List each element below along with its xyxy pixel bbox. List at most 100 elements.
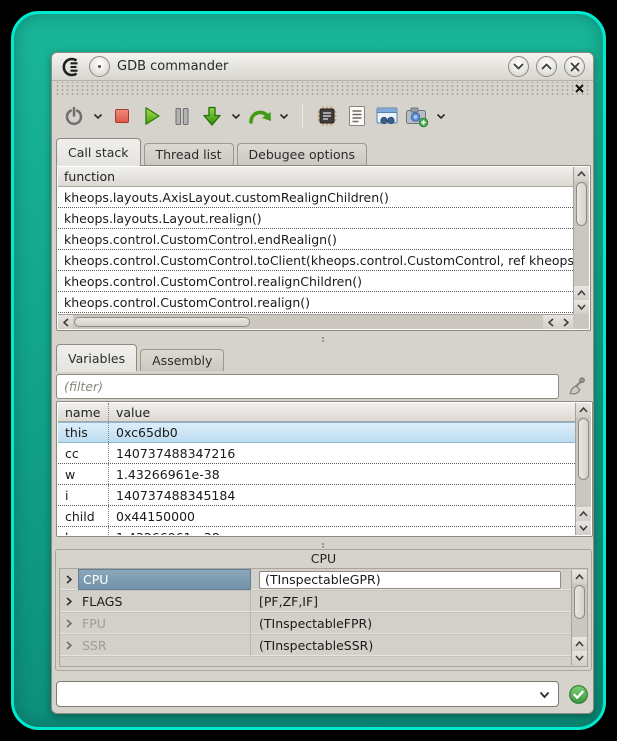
scroll-down-button[interactable] — [572, 651, 587, 665]
chevron-down-icon — [93, 113, 103, 120]
register-value: (TInspectableSSR) — [251, 635, 571, 656]
variable-value: 0x44150000 — [109, 506, 195, 526]
snapshot-dropdown-button[interactable] — [435, 102, 447, 130]
step-into-button[interactable] — [200, 102, 224, 130]
tab-variables[interactable]: Variables — [56, 344, 137, 371]
run-button[interactable] — [140, 102, 164, 130]
callstack-column-header[interactable]: function — [58, 167, 573, 187]
target-chip-button[interactable] — [315, 102, 339, 130]
watch-window-icon — [375, 105, 399, 127]
scroll-left-button[interactable] — [58, 315, 73, 329]
stop-button[interactable] — [110, 102, 134, 130]
combo-chevron-down-icon[interactable] — [539, 691, 550, 699]
variables-vertical-scrollbar[interactable] — [575, 403, 591, 535]
callstack-horizontal-scrollbar[interactable] — [58, 314, 573, 329]
cpu-row[interactable]: SSR (TInspectableSSR) — [60, 635, 571, 657]
cpu-row[interactable]: FLAGS [PF,ZF,IF] — [60, 591, 571, 613]
scroll-up-button-2[interactable] — [574, 286, 589, 300]
variable-row[interactable]: w 1.43266961e-38 — [58, 464, 575, 485]
variable-row[interactable]: cc 140737488347216 — [58, 443, 575, 464]
scroll-up-button-2[interactable] — [572, 637, 587, 651]
pin-dot-icon — [98, 65, 101, 68]
callstack-row[interactable]: kheops.layouts.AxisLayout.customRealignC… — [58, 187, 573, 208]
scroll-thumb[interactable] — [576, 182, 587, 226]
filter-row — [56, 372, 589, 400]
callstack-vertical-scrollbar[interactable] — [573, 167, 589, 314]
callstack-row[interactable]: kheops.control.CustomControl.toClient(kh… — [58, 250, 573, 271]
pause-button[interactable] — [170, 102, 194, 130]
output-list-button[interactable] — [345, 102, 369, 130]
cpu-row[interactable]: CPU (TInspectableGPR) — [60, 569, 571, 591]
watch-window-button[interactable] — [375, 102, 399, 130]
send-command-button[interactable] — [568, 684, 589, 705]
variables-header[interactable]: name value — [58, 403, 575, 422]
clear-filter-button[interactable] — [565, 372, 589, 400]
dock-pin-button[interactable] — [89, 56, 110, 77]
cpu-vertical-scrollbar[interactable] — [571, 570, 587, 665]
variable-row[interactable]: h 1.43266961e-38 — [58, 527, 575, 535]
tab-debugee-options[interactable]: Debugee options — [237, 143, 368, 165]
frame-function: kheops.control.CustomControl.realign() — [64, 295, 310, 310]
callstack-row[interactable]: kheops.control.CustomControl.realignChil… — [58, 271, 573, 292]
chevron-down-icon — [436, 113, 446, 120]
scrollbar-corner — [573, 314, 589, 329]
callstack-row[interactable]: kheops.control.CustomControl.endRealign(… — [58, 229, 573, 250]
column-value-label: value — [116, 405, 150, 420]
scroll-down-button[interactable] — [574, 300, 589, 314]
dock-handle-bar[interactable] — [54, 82, 591, 95]
variable-row[interactable]: i 140737488345184 — [58, 485, 575, 506]
expand-arrow-icon — [66, 597, 72, 606]
dock-close-button[interactable] — [574, 84, 585, 93]
splitter-handle[interactable] — [56, 539, 589, 548]
cpu-row[interactable]: FPU (TInspectableFPR) — [60, 613, 571, 635]
chevron-down-icon — [279, 113, 289, 120]
step-into-dropdown-button[interactable] — [230, 102, 242, 130]
step-over-button[interactable] — [248, 102, 272, 130]
filter-input[interactable] — [56, 374, 559, 399]
splitter-handle[interactable] — [56, 333, 589, 342]
titlebar[interactable]: GDB commander — [52, 53, 593, 81]
scroll-down-button[interactable] — [576, 521, 591, 535]
variable-row[interactable]: child 0x44150000 — [58, 506, 575, 527]
variable-row[interactable]: this 0xc65db0 — [58, 422, 575, 443]
tab-call-stack[interactable]: Call stack — [56, 138, 141, 165]
scroll-up-button[interactable] — [572, 570, 587, 584]
step-over-icon — [248, 106, 272, 127]
chevron-up-icon — [577, 171, 586, 177]
minimize-button[interactable] — [508, 56, 529, 77]
register-value-editor[interactable]: (TInspectableGPR) — [259, 571, 561, 589]
maximize-button[interactable] — [536, 56, 557, 77]
chevron-up-icon — [575, 574, 584, 580]
scroll-up-button-2[interactable] — [576, 507, 591, 521]
scroll-thumb[interactable] — [578, 418, 589, 480]
column-name-label: name — [65, 405, 100, 420]
register-name: CPU — [78, 569, 251, 590]
close-button[interactable] — [564, 56, 585, 77]
power-dropdown-button[interactable] — [92, 102, 104, 130]
command-row — [56, 681, 589, 707]
gdb-commander-window: GDB commander — [51, 52, 594, 714]
tab-label: Thread list — [156, 147, 222, 162]
tab-assembly[interactable]: Assembly — [140, 349, 224, 371]
variable-name: i — [58, 485, 109, 505]
gdb-command-combobox[interactable] — [56, 681, 559, 707]
frame-function: kheops.control.CustomControl.toClient(kh… — [64, 253, 573, 268]
callstack-row[interactable]: kheops.control.CustomControl.realign() — [58, 292, 573, 313]
callstack-row[interactable]: kheops.layouts.Layout.realign() — [58, 208, 573, 229]
command-input[interactable] — [57, 682, 558, 706]
variable-name: child — [58, 506, 109, 526]
scroll-thumb[interactable] — [74, 317, 250, 327]
snapshot-add-button[interactable] — [405, 102, 429, 130]
scroll-up-button[interactable] — [576, 403, 591, 417]
scroll-left-button-2[interactable] — [543, 315, 558, 329]
variables-panel: name value this 0xc65db0 cc 140737488347… — [56, 401, 593, 537]
tab-label: Call stack — [68, 145, 129, 160]
scroll-up-button[interactable] — [574, 167, 589, 181]
scroll-thumb[interactable] — [574, 585, 585, 619]
step-over-dropdown-button[interactable] — [278, 102, 290, 130]
register-value: [PF,ZF,IF] — [251, 591, 571, 612]
tab-thread-list[interactable]: Thread list — [144, 143, 234, 165]
scroll-right-button[interactable] — [558, 315, 573, 329]
power-button[interactable] — [62, 102, 86, 130]
variable-name: cc — [58, 443, 109, 463]
